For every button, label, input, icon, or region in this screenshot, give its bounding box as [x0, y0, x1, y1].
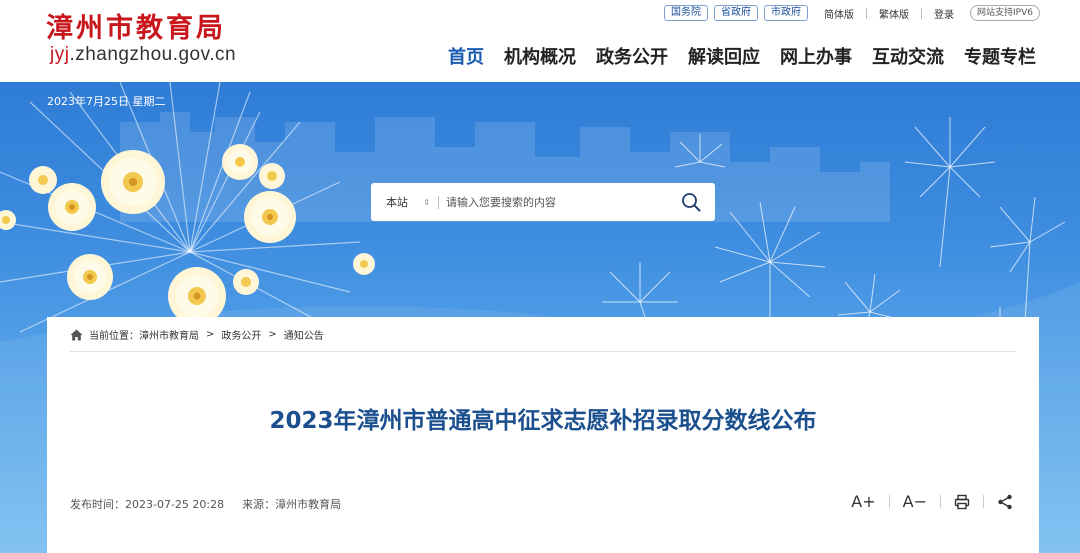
link-provincial-gov[interactable]: 省政府 — [714, 5, 759, 21]
search-input[interactable] — [446, 195, 666, 209]
article-card: 当前位置： 漳州市教育局 > 政务公开 > 通知公告 2023年漳州市普通高中征… — [47, 317, 1039, 553]
nav-interaction[interactable]: 互动交流 — [872, 43, 944, 69]
search-scope-select[interactable]: 本站 ⇕ — [386, 194, 430, 210]
divider — [983, 495, 984, 508]
breadcrumb: 当前位置： 漳州市教育局 > 政务公开 > 通知公告 — [70, 327, 324, 342]
chevron-updown-icon: ⇕ — [423, 197, 430, 207]
article-source: 来源：漳州市教育局 — [242, 498, 342, 511]
current-date: 2023年7月25日 星期二 — [47, 95, 166, 108]
share-icon[interactable] — [997, 494, 1013, 510]
publish-time: 发布时间：2023-07-25 20:28 — [70, 498, 225, 511]
breadcrumb-item-bureau[interactable]: 漳州市教育局 — [139, 327, 199, 342]
nav-online-services[interactable]: 网上办事 — [780, 43, 852, 69]
font-larger-button[interactable]: A+ — [851, 492, 875, 511]
divider — [888, 495, 890, 508]
link-city-gov[interactable]: 市政府 — [764, 5, 809, 21]
divider — [438, 195, 439, 209]
nav-about[interactable]: 机构概况 — [504, 43, 576, 69]
url-domain: .zhangzhou.gov.cn — [69, 44, 237, 65]
breadcrumb-prefix: 当前位置： — [89, 331, 139, 342]
font-smaller-button[interactable]: A− — [903, 492, 927, 511]
main-nav: 首页 机构概况 政务公开 解读回应 网上办事 互动交流 专题专栏 — [428, 43, 1036, 69]
article-tools: A+ A− — [851, 492, 1013, 511]
ipv6-badge: 网站支持IPV6 — [970, 5, 1040, 21]
nav-government-affairs[interactable]: 政务公开 — [596, 43, 668, 69]
search-box: 本站 ⇕ — [371, 183, 715, 221]
top-links: 国务院 省政府 市政府 简体版 繁体版 登录 网站支持IPV6 — [664, 4, 1040, 22]
print-icon[interactable] — [954, 494, 970, 510]
divider — [866, 7, 868, 19]
login-link[interactable]: 登录 — [934, 6, 954, 21]
breadcrumb-separator: > — [268, 329, 277, 340]
nav-home[interactable]: 首页 — [448, 43, 484, 69]
url-prefix: jyj — [50, 44, 70, 65]
article-title: 2023年漳州市普通高中征求志愿补招录取分数线公布 — [269, 408, 817, 434]
site-logo-title[interactable]: 漳州市教育局 — [46, 6, 226, 45]
link-state-council[interactable]: 国务院 — [664, 5, 709, 21]
simplified-link[interactable]: 简体版 — [824, 6, 854, 21]
nav-special-topics[interactable]: 专题专栏 — [964, 43, 1036, 69]
home-icon — [70, 329, 83, 340]
breadcrumb-item-notices[interactable]: 通知公告 — [284, 327, 324, 342]
breadcrumb-item-government-affairs[interactable]: 政务公开 — [221, 327, 261, 342]
site-logo-url: jyj.zhangzhou.gov.cn — [50, 44, 236, 66]
search-scope-label: 本站 — [386, 196, 408, 209]
divider — [921, 7, 923, 19]
breadcrumb-separator: > — [206, 329, 215, 340]
divider — [940, 495, 941, 508]
article-meta: 发布时间：2023-07-25 20:28 来源：漳州市教育局 — [70, 496, 359, 512]
nav-interpretation[interactable]: 解读回应 — [688, 43, 760, 69]
breadcrumb-divider — [70, 351, 1016, 352]
search-icon[interactable] — [681, 192, 701, 212]
site-header: 漳州市教育局 jyj.zhangzhou.gov.cn 国务院 省政府 市政府 … — [0, 0, 1080, 82]
traditional-link[interactable]: 繁体版 — [879, 6, 909, 21]
